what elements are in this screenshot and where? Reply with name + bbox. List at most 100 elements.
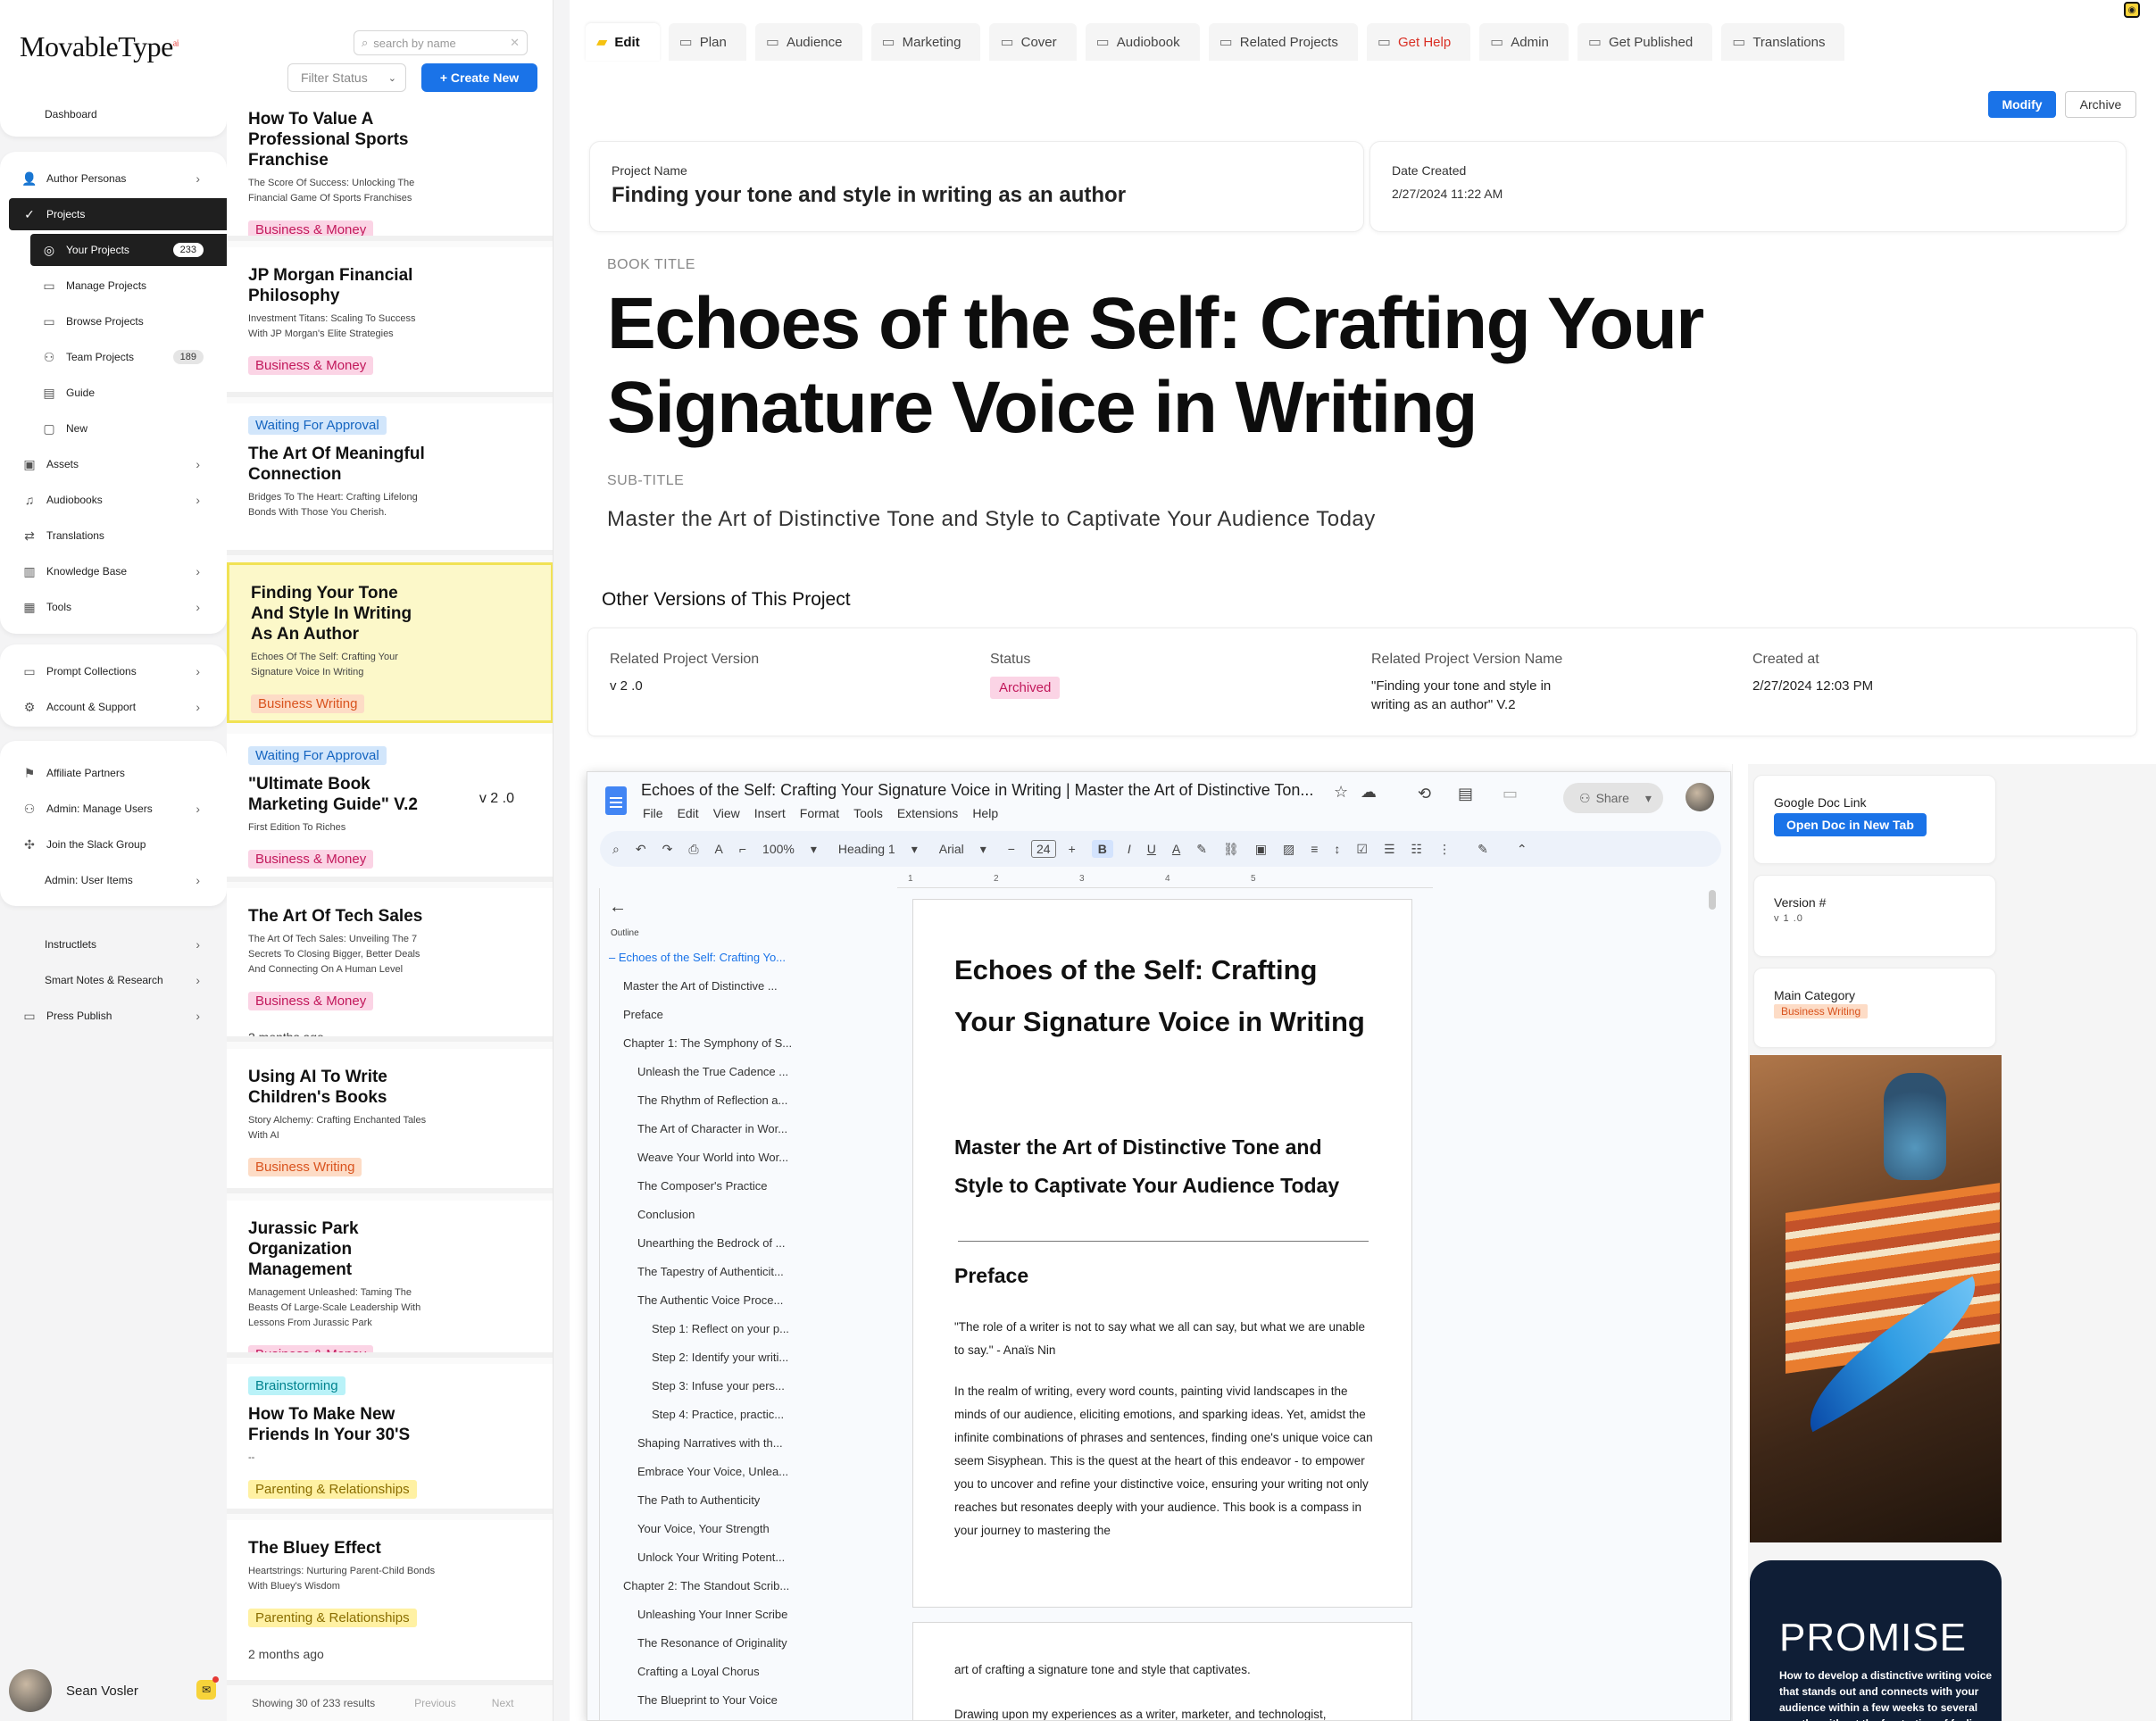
menu-file[interactable]: File <box>643 806 663 820</box>
bulleted-list-icon[interactable]: ☰ <box>1384 842 1395 857</box>
nav-tools[interactable]: ▦ Tools › <box>0 591 227 623</box>
cloud-icon[interactable]: ☁ <box>1361 783 1377 802</box>
project-card[interactable]: The Bluey Effect Heartstrings: Nurturing … <box>227 1520 553 1685</box>
outline-item[interactable]: The Blueprint to Your Voice <box>609 1686 814 1715</box>
project-card[interactable]: Finding Your Tone And Style In Writing A… <box>227 562 553 723</box>
outline-item[interactable]: Step 2: Identify your writi... <box>609 1343 814 1372</box>
nav-audiobooks[interactable]: ♫ Audiobooks › <box>0 484 227 516</box>
outline-item[interactable]: Your Voice, Your Strength <box>609 1515 814 1543</box>
doc-title[interactable]: Echoes of the Self: Crafting Your Signat… <box>641 781 1313 800</box>
tab-translations[interactable]: ▭ Translations <box>1721 23 1845 61</box>
outline-item[interactable]: Chapter 2: The Standout Scrib... <box>609 1572 814 1600</box>
outline-item[interactable]: Crafting a Loyal Chorus <box>609 1658 814 1686</box>
outline-item[interactable]: The Rhythm of Reflection a... <box>609 1086 814 1115</box>
increase-font-icon[interactable]: + <box>1069 842 1076 856</box>
tab-edit[interactable]: ▰ Edit <box>586 23 660 61</box>
star-icon[interactable]: ☆ <box>1334 783 1348 802</box>
modify-button[interactable]: Modify <box>1988 91 2056 118</box>
font-size-input[interactable]: 24 <box>1030 840 1056 858</box>
style-select[interactable]: Heading 1 <box>838 842 895 856</box>
nav-affiliate-partners[interactable]: ⚑ Affiliate Partners <box>0 757 227 789</box>
add-comment-icon[interactable]: ▣ <box>1255 842 1267 857</box>
menu-format[interactable]: Format <box>800 806 839 820</box>
nav-dashboard[interactable]: Dashboard <box>0 98 227 130</box>
nav-assets[interactable]: ▣ Assets › <box>0 448 227 480</box>
outline-item[interactable]: Unleashing Your Inner Scribe <box>609 1600 814 1629</box>
checklist-icon[interactable]: ☑ <box>1356 842 1368 857</box>
decrease-font-icon[interactable]: − <box>1008 842 1015 856</box>
highlight-icon[interactable]: ✎ <box>1196 842 1207 857</box>
outline-item[interactable]: Preface <box>609 1001 814 1029</box>
outline-item[interactable]: Weave Your World into Wor... <box>609 1143 814 1172</box>
version-name-cell[interactable]: "Finding your tone and style in writing … <box>1371 677 1577 714</box>
filter-status-select[interactable]: Filter Status ⌄ <box>287 63 406 92</box>
project-card[interactable]: Jurassic Park Organization Management Man… <box>227 1201 553 1358</box>
chat-icon[interactable]: ✉ <box>196 1676 219 1700</box>
google-doc-embed[interactable]: Echoes of the Self: Crafting Your Signat… <box>587 771 1731 1721</box>
outline-item[interactable]: Unearthing the Bedrock of ... <box>609 1229 814 1258</box>
bold-icon[interactable]: B <box>1091 840 1113 858</box>
search-icon[interactable]: ⌕ <box>612 842 620 857</box>
tab-admin[interactable]: ▭ Admin <box>1479 23 1569 61</box>
nav-account-support[interactable]: ⚙ Account & Support › <box>0 691 227 723</box>
history-icon[interactable]: ⟲ <box>1418 785 1431 803</box>
outline-item[interactable]: Shaping Narratives with th... <box>609 1429 814 1458</box>
redo-icon[interactable]: ↷ <box>662 842 673 857</box>
print-icon[interactable]: ⎙ <box>688 842 698 857</box>
nav-translations[interactable]: ⇄ Translations <box>0 520 227 552</box>
nav-team-projects[interactable]: ⚇ Team Projects 189 <box>0 341 227 373</box>
outline-item[interactable]: Unleash the True Cadence ... <box>609 1058 814 1086</box>
previous-button[interactable]: Previous <box>414 1697 456 1709</box>
project-card[interactable]: Brainstorming How To Make New Friends In … <box>227 1364 553 1514</box>
undo-icon[interactable]: ↶ <box>636 842 646 857</box>
zoom-select[interactable]: 100% <box>762 842 795 856</box>
font-select[interactable]: Arial <box>939 842 964 856</box>
nav-smart-notes[interactable]: Smart Notes & Research › <box>0 964 227 996</box>
nav-guide[interactable]: ▤ Guide <box>0 377 227 409</box>
outline-item[interactable]: The Tapestry of Authenticit... <box>609 1258 814 1286</box>
menu-edit[interactable]: Edit <box>678 806 699 820</box>
nav-press-publish[interactable]: ▭ Press Publish › <box>0 1000 227 1032</box>
menu-view[interactable]: View <box>713 806 740 820</box>
outline-item[interactable]: The Authentic Voice Proce... <box>609 1286 814 1315</box>
archive-button[interactable]: Archive <box>2065 91 2136 118</box>
line-spacing-icon[interactable]: ↕ <box>1334 842 1340 856</box>
nav-admin-manage-users[interactable]: ⚇ Admin: Manage Users › <box>0 793 227 825</box>
open-doc-button[interactable]: Open Doc in New Tab <box>1774 813 1927 836</box>
outline-item[interactable]: Unlock Your Writing Potent... <box>609 1543 814 1572</box>
nav-manage-projects[interactable]: ▭ Manage Projects <box>0 270 227 302</box>
project-card[interactable]: Waiting For Approval "Ultimate Book Marke… <box>227 734 553 882</box>
tab-audiobook[interactable]: ▭ Audiobook <box>1085 23 1200 61</box>
project-card[interactable]: How To Value A Professional Sports Franc… <box>227 91 553 241</box>
outline-item[interactable]: The Composer's Practice <box>609 1172 814 1201</box>
project-card[interactable]: JP Morgan Financial Philosophy Investment… <box>227 247 553 397</box>
clear-icon[interactable]: ✕ <box>510 36 520 50</box>
tab-get-help[interactable]: ▭ Get Help <box>1366 23 1471 61</box>
doc-page[interactable]: art of crafting a signature tone and sty… <box>912 1622 1412 1720</box>
italic-icon[interactable]: I <box>1128 842 1131 856</box>
nav-join-slack[interactable]: ✣ Join the Slack Group <box>0 828 227 860</box>
editing-mode-icon[interactable]: ✎ <box>1478 842 1488 857</box>
tab-plan[interactable]: ▭ Plan <box>668 23 746 61</box>
panel-scrollbar[interactable] <box>1732 764 1744 1721</box>
meet-icon[interactable]: ▭ <box>1503 785 1518 803</box>
docs-scrollbar[interactable] <box>1709 890 1716 910</box>
user-profile[interactable]: Sean Vosler <box>9 1669 138 1712</box>
numbered-list-icon[interactable]: ☷ <box>1411 842 1423 857</box>
outline-item[interactable]: – Echoes of the Self: Crafting Yo... <box>609 944 820 972</box>
notification-icon[interactable]: ◉ <box>2124 2 2140 18</box>
outline-item[interactable]: Step 4: Practice, practic... <box>609 1401 814 1429</box>
share-button[interactable]: ⚇ Share ▾ <box>1563 783 1663 813</box>
outline-item[interactable]: Conclusion <box>609 1201 814 1229</box>
outline-item[interactable]: The Path to Authenticity <box>609 1486 814 1515</box>
paint-format-icon[interactable]: ⌐ <box>739 842 746 856</box>
align-icon[interactable]: ≡ <box>1311 842 1318 856</box>
outline-item[interactable]: Chapter 1: The Symphony of S... <box>609 1029 814 1058</box>
tab-audience[interactable]: ▭ Audience <box>754 23 862 61</box>
menu-insert[interactable]: Insert <box>754 806 786 820</box>
avatar[interactable] <box>1686 783 1714 811</box>
spellcheck-icon[interactable]: A <box>715 842 723 856</box>
nav-your-projects[interactable]: ◎ Your Projects 233 <box>30 234 227 266</box>
menu-tools[interactable]: Tools <box>853 806 883 820</box>
text-color-icon[interactable]: A <box>1172 842 1180 856</box>
